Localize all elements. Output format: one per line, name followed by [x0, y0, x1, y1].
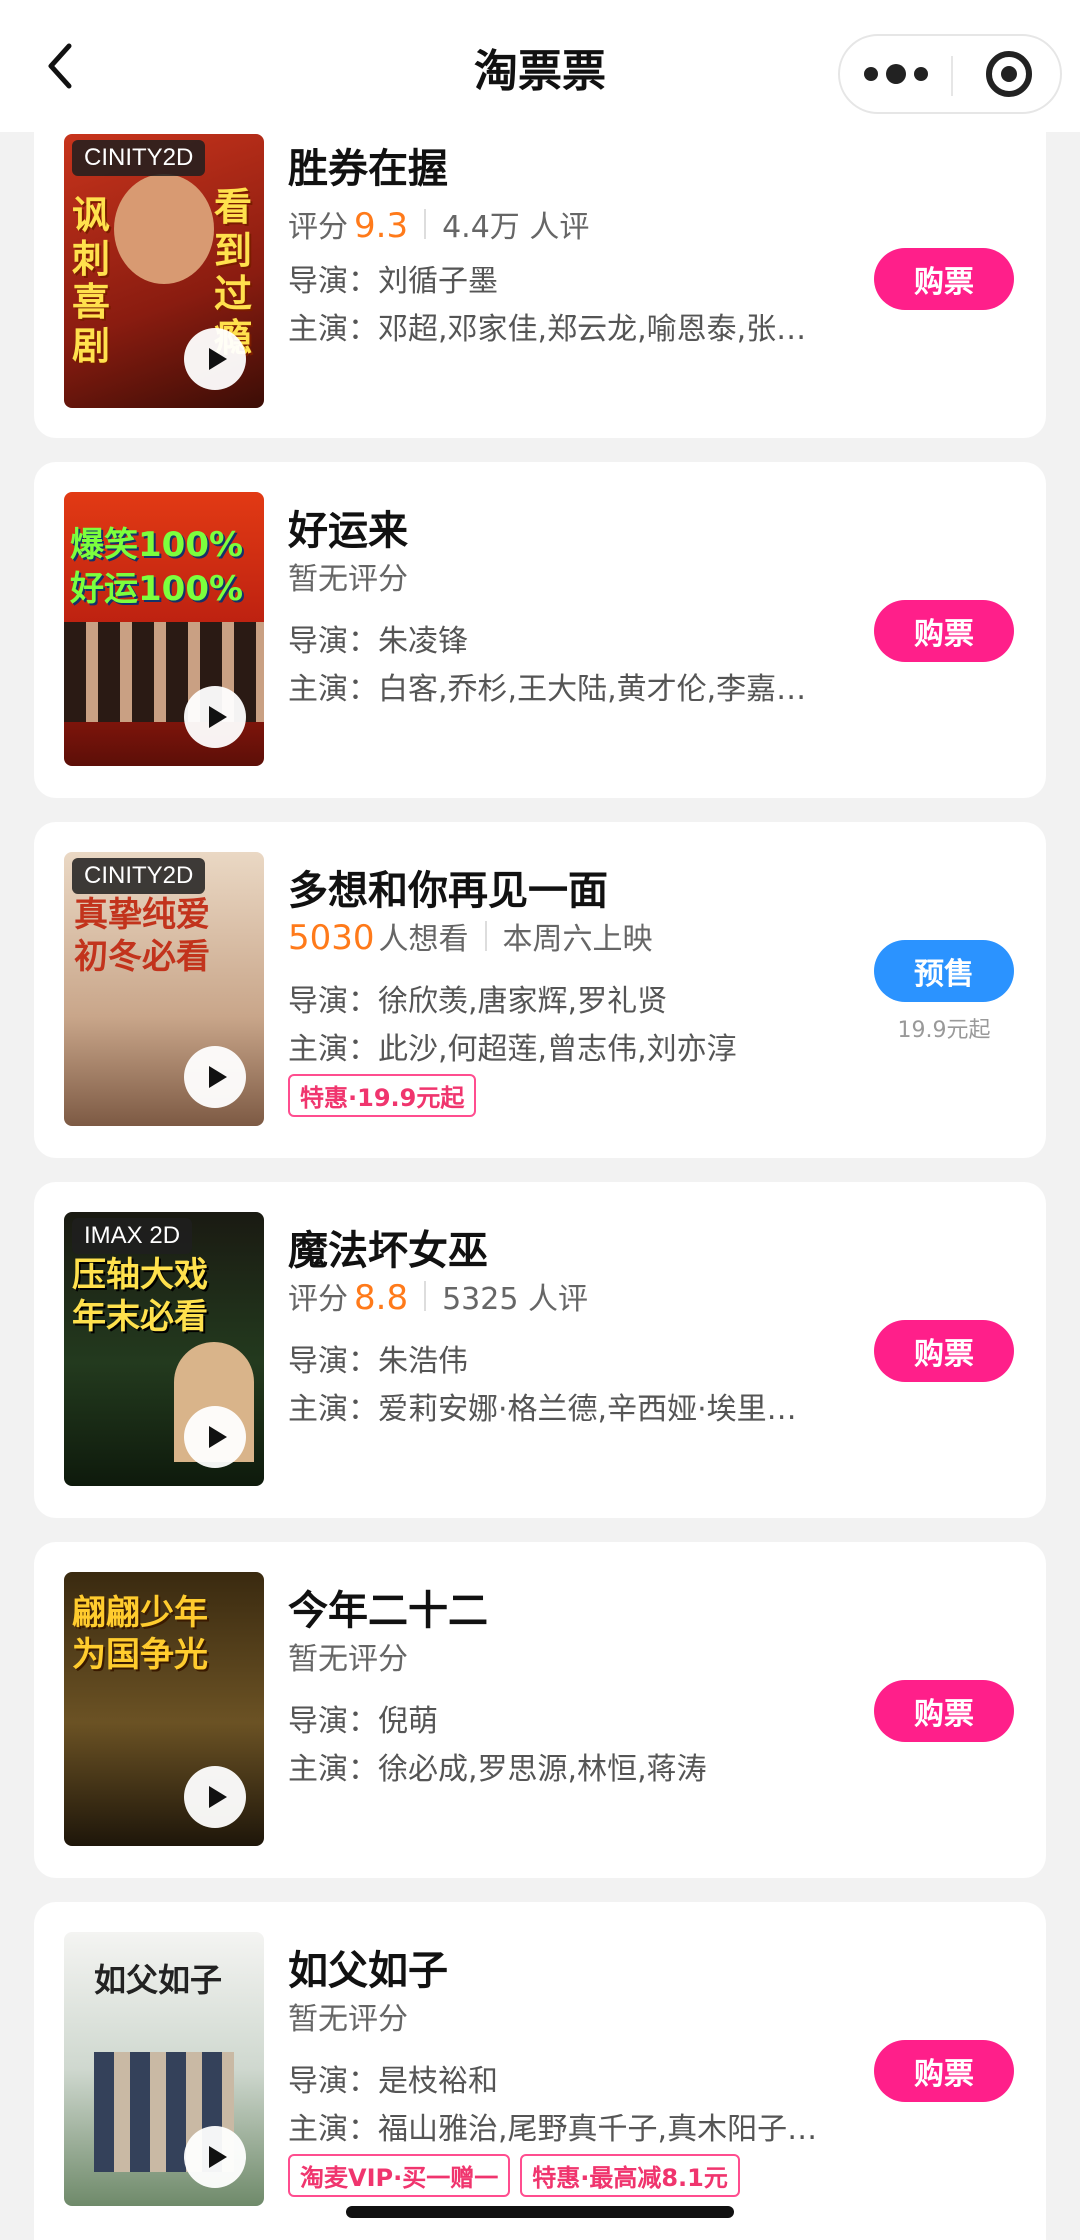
movie-card[interactable]: 如父如子 如父如子 暂无评分 导演：是枝裕和 主演：福山雅治,尾野真千子,真木阳…	[34, 1902, 1046, 2240]
movie-card[interactable]: 真挚纯爱 初冬必看 CINITY2D 多想和你再见一面 5030 人想看 本周六…	[34, 822, 1046, 1158]
format-badge: CINITY2D	[72, 140, 206, 176]
play-icon	[209, 1066, 227, 1088]
movie-title: 好运来	[288, 508, 408, 554]
movie-card[interactable]: 讽刺喜剧 看到过瘾 CINITY2D 胜券在握 评分 9.3 4.4万 人评 导…	[34, 80, 1046, 438]
cast: 主演：福山雅治,尾野真千子,真木阳子…	[288, 2112, 818, 2147]
director: 导演：刘循子墨	[288, 264, 498, 299]
play-icon	[209, 348, 227, 370]
review-count: 4.4万 人评	[442, 210, 590, 245]
director: 导演：徐欣羡,唐家辉,罗礼贤	[288, 984, 668, 1019]
movie-title: 多想和你再见一面	[288, 868, 608, 914]
presale-button[interactable]: 预售	[874, 940, 1014, 1002]
home-indicator[interactable]	[346, 2206, 734, 2218]
no-rating-label: 暂无评分	[288, 1642, 408, 1677]
close-miniprogram-button[interactable]	[953, 36, 1064, 112]
play-icon	[209, 1786, 227, 1808]
release-date: 本周六上映	[502, 922, 653, 957]
director: 导演：朱浩伟	[288, 1344, 468, 1379]
movie-poster[interactable]: 真挚纯爱 初冬必看 CINITY2D	[64, 852, 264, 1126]
play-icon	[209, 2146, 227, 2168]
movie-card[interactable]: 爆笑100% 好运100% 好运来 暂无评分 导演：朱凌锋 主演：白客,乔杉,王…	[34, 462, 1046, 798]
rating-line: 暂无评分	[288, 1994, 408, 2038]
cast: 主演：白客,乔杉,王大陆,黄才伦,李嘉…	[288, 672, 807, 707]
movie-poster[interactable]: 爆笑100% 好运100%	[64, 492, 264, 766]
promo-tag: 淘麦VIP·买一赠一	[288, 2154, 511, 2197]
movie-title: 如父如子	[288, 1948, 448, 1994]
cast: 主演：此沙,何超莲,曾志伟,刘亦淳	[288, 1032, 737, 1067]
format-badge: CINITY2D	[72, 858, 206, 894]
director: 导演：是枝裕和	[288, 2064, 498, 2099]
play-trailer-button[interactable]	[184, 1046, 246, 1108]
cast: 主演：爱莉安娜·格兰德,辛西娅·埃里…	[288, 1392, 797, 1427]
price-hint: 19.9元起	[897, 1018, 991, 1043]
want-line: 5030 人想看 本周六上映	[288, 914, 653, 958]
mini-program-capsule	[838, 34, 1062, 114]
buy-ticket-button[interactable]: 购票	[874, 248, 1014, 310]
cast: 主演：徐必成,罗思源,林恒,蒋涛	[288, 1752, 707, 1787]
play-trailer-button[interactable]	[184, 328, 246, 390]
rating-line: 评分 8.8 5325 人评	[288, 1274, 588, 1318]
rating-line: 评分 9.3 4.4万 人评	[288, 202, 589, 246]
score: 9.3	[354, 206, 409, 246]
no-rating-label: 暂无评分	[288, 562, 408, 597]
more-dots-icon	[863, 67, 878, 81]
buy-ticket-button[interactable]: 购票	[874, 600, 1014, 662]
movie-title: 今年二十二	[288, 1588, 488, 1634]
play-trailer-button[interactable]	[184, 2126, 246, 2188]
movie-poster[interactable]: 压轴大戏 年末必看 IMAX 2D	[64, 1212, 264, 1486]
movie-card[interactable]: 翩翩少年 为国争光 今年二十二 暂无评分 导演：倪萌 主演：徐必成,罗思源,林恒…	[34, 1542, 1046, 1878]
target-close-icon	[985, 51, 1032, 97]
buy-ticket-button[interactable]: 购票	[874, 2040, 1014, 2102]
play-trailer-button[interactable]	[184, 686, 246, 748]
movie-poster[interactable]: 翩翩少年 为国争光	[64, 1572, 264, 1846]
poster-title-art: 如父如子	[94, 1961, 223, 1999]
movie-poster[interactable]: 讽刺喜剧 看到过瘾 CINITY2D	[64, 134, 264, 408]
movie-title: 魔法坏女巫	[288, 1228, 488, 1274]
promo-tag: 特惠·19.9元起	[288, 1074, 477, 1117]
promo-tags: 淘麦VIP·买一赠一 特惠·最高减8.1元	[288, 2154, 750, 2197]
score: 8.8	[354, 1278, 409, 1318]
review-count: 5325 人评	[442, 1282, 588, 1317]
cast: 主演：邓超,邓家佳,郑云龙,喻恩泰,张…	[288, 312, 807, 347]
promo-tags: 特惠·19.9元起	[288, 1074, 486, 1117]
nav-bar: 淘票票	[0, 0, 1080, 132]
promo-tag: 特惠·最高减8.1元	[520, 2154, 740, 2197]
rating-line: 暂无评分	[288, 1634, 408, 1678]
buy-ticket-button[interactable]: 购票	[874, 1320, 1014, 1382]
no-rating-label: 暂无评分	[288, 2002, 408, 2037]
director: 导演：朱凌锋	[288, 624, 468, 659]
want-count: 5030	[288, 918, 375, 958]
format-badge: IMAX 2D	[72, 1218, 193, 1254]
play-icon	[209, 706, 227, 728]
movie-title: 胜券在握	[288, 146, 448, 192]
play-icon	[209, 1426, 227, 1448]
buy-ticket-button[interactable]: 购票	[874, 1680, 1014, 1742]
more-button[interactable]	[840, 36, 951, 112]
play-trailer-button[interactable]	[184, 1766, 246, 1828]
play-trailer-button[interactable]	[184, 1406, 246, 1468]
rating-line: 暂无评分	[288, 554, 408, 598]
director: 导演：倪萌	[288, 1704, 438, 1739]
movie-card[interactable]: 压轴大戏 年末必看 IMAX 2D 魔法坏女巫 评分 8.8 5325 人评 导…	[34, 1182, 1046, 1518]
movie-poster[interactable]: 如父如子	[64, 1932, 264, 2206]
